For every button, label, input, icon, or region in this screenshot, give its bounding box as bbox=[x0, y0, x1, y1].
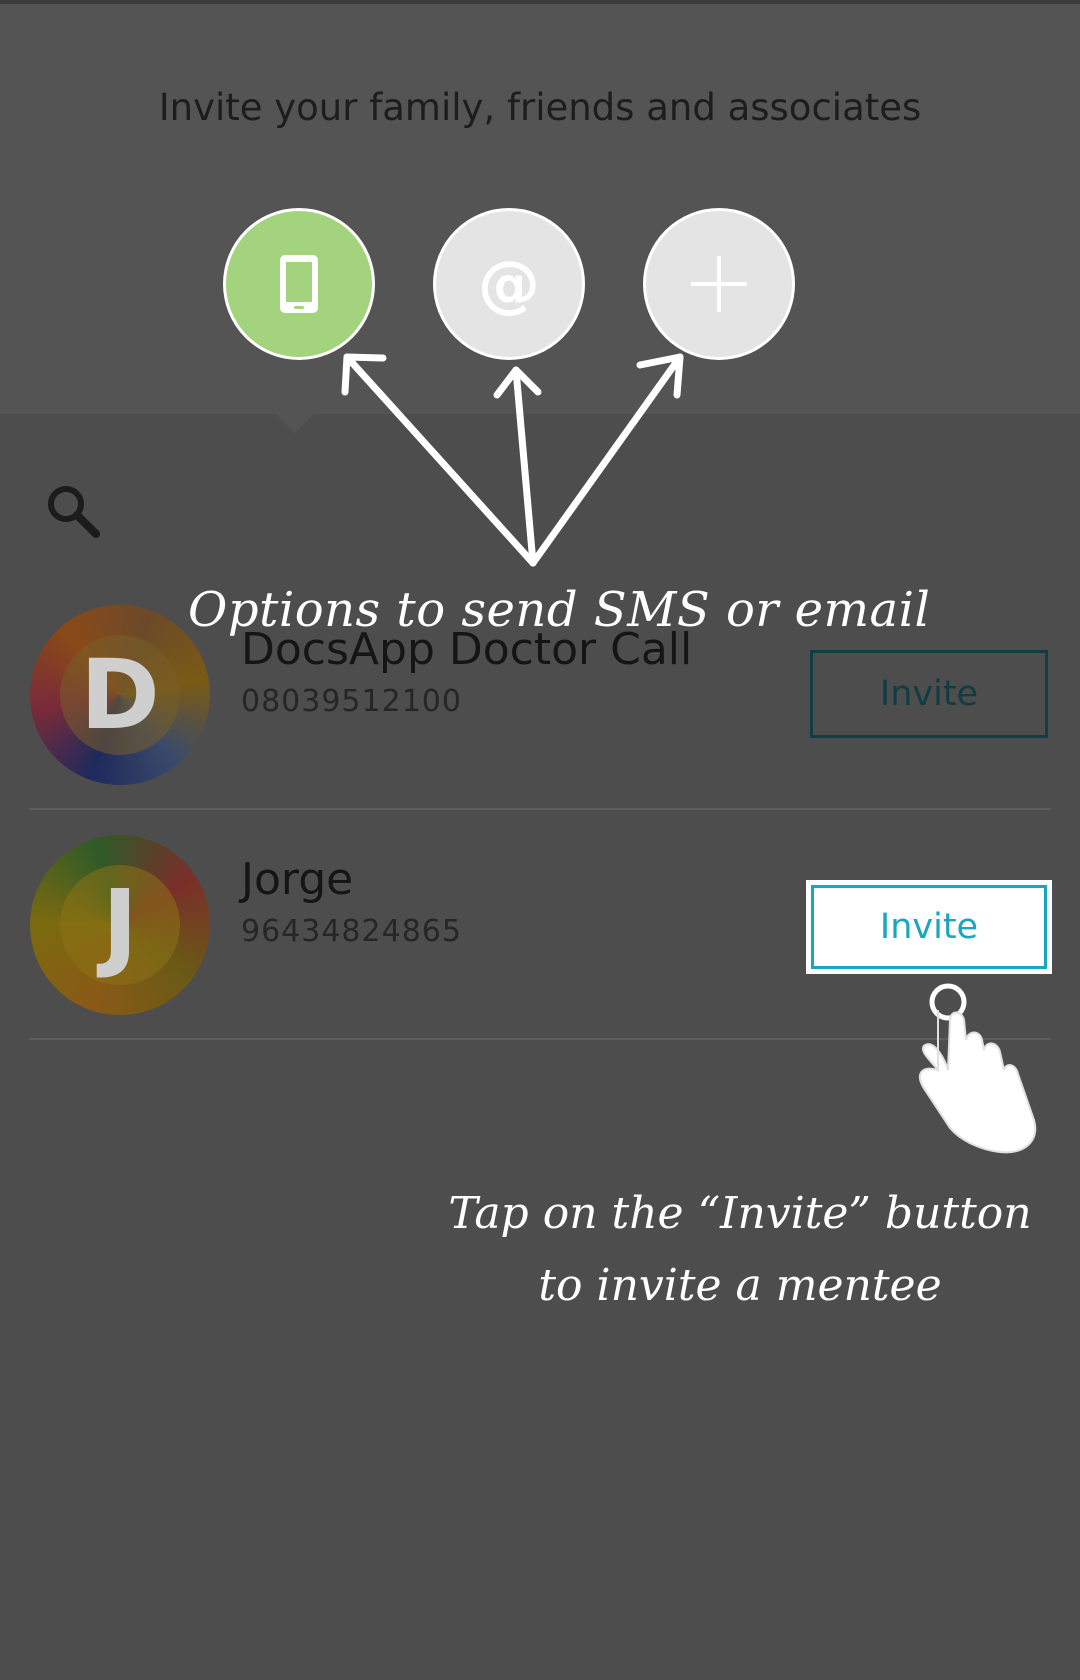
avatar-initial: D bbox=[80, 639, 160, 751]
add-contact-button[interactable] bbox=[643, 208, 795, 360]
sms-invite-button[interactable] bbox=[223, 208, 375, 360]
search-icon[interactable] bbox=[44, 482, 102, 540]
avatar: D bbox=[30, 605, 210, 785]
avatar-initial: J bbox=[102, 869, 138, 981]
invite-header: Invite your family, friends and associat… bbox=[0, 4, 1080, 414]
invite-button[interactable]: Invite bbox=[810, 650, 1048, 738]
avatar: J bbox=[30, 835, 210, 1015]
tutorial-caption-options: Options to send SMS or email bbox=[188, 582, 931, 638]
phone-icon bbox=[280, 255, 318, 313]
contact-name: Jorge bbox=[241, 854, 354, 905]
tutorial-caption-invite-line2: to invite a mentee bbox=[538, 1260, 942, 1311]
list-item[interactable]: J Jorge 96434824865 Invite bbox=[30, 810, 1052, 1040]
invite-button-highlighted[interactable]: Invite bbox=[806, 880, 1052, 974]
tutorial-caption-invite: Tap on the “Invite” button to invite a m… bbox=[430, 1178, 1050, 1322]
invite-button-label: Invite bbox=[811, 885, 1047, 969]
email-invite-button[interactable]: @ bbox=[433, 208, 585, 360]
tutorial-caption-invite-line1: Tap on the “Invite” button bbox=[448, 1188, 1032, 1239]
contact-phone: 96434824865 bbox=[241, 914, 462, 949]
contact-phone: 08039512100 bbox=[241, 684, 462, 719]
at-icon: @ bbox=[478, 247, 540, 320]
page-title: Invite your family, friends and associat… bbox=[158, 86, 922, 129]
plus-icon bbox=[691, 256, 747, 312]
